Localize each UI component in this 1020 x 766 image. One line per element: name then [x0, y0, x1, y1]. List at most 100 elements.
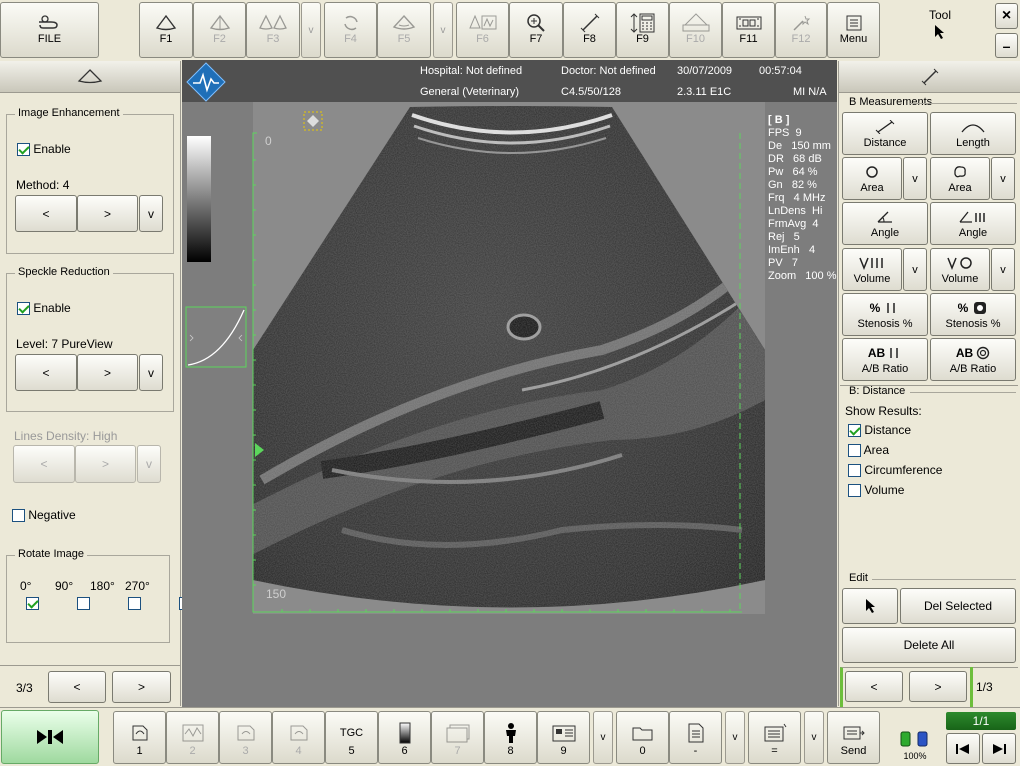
- open-folder-button[interactable]: 0: [616, 711, 669, 764]
- first-frame-button[interactable]: [946, 733, 980, 764]
- battery-level: 100%: [903, 751, 927, 761]
- hospital-label: Hospital: Not defined: [420, 65, 523, 77]
- close-button[interactable]: ×: [995, 3, 1018, 29]
- menu-icon: [828, 13, 879, 33]
- f5-dropdown-button[interactable]: v: [433, 2, 453, 58]
- delete-selected-button[interactable]: Del Selected: [900, 588, 1016, 624]
- image-area[interactable]: Hospital: Not defined Doctor: Not define…: [182, 60, 837, 707]
- tgc-button[interactable]: TGC 5: [325, 711, 378, 764]
- archive-button[interactable]: 9: [537, 711, 590, 764]
- ab-ratio-area-button[interactable]: AB A/B Ratio: [930, 338, 1016, 381]
- result-circumference-checkbox[interactable]: Circumference: [848, 463, 942, 478]
- negative-checkbox[interactable]: Negative: [12, 508, 76, 523]
- f4-button[interactable]: F4: [324, 2, 377, 58]
- f6-button[interactable]: F6: [456, 2, 509, 58]
- f1-button[interactable]: F1: [139, 2, 193, 58]
- cine-film-icon: [723, 13, 774, 33]
- stenosis-area-button[interactable]: % Stenosis %: [930, 293, 1016, 336]
- f12-button[interactable]: F12: [775, 2, 827, 58]
- last-frame-button[interactable]: [982, 733, 1016, 764]
- volume-ellipse-icon: [931, 255, 989, 271]
- speckle-dropdown-button[interactable]: v: [139, 354, 163, 391]
- result-area-checkbox[interactable]: Area: [848, 443, 889, 458]
- delete-all-button[interactable]: Delete All: [842, 627, 1016, 663]
- send-button[interactable]: Send: [827, 711, 880, 764]
- folder-stack-icon: [432, 722, 483, 744]
- minimize-button[interactable]: –: [995, 33, 1018, 58]
- method-dropdown-button[interactable]: v: [139, 195, 163, 232]
- distance-measure-button[interactable]: Distance: [842, 112, 928, 155]
- left-page-indicator: 3/3: [16, 681, 33, 695]
- preset-2-button[interactable]: 2: [166, 711, 219, 764]
- stenosis-area-icon: %: [931, 300, 1015, 316]
- lines-density-next-button[interactable]: >: [75, 445, 136, 483]
- grayscale-bar-icon: [379, 722, 430, 744]
- result-distance-checkbox[interactable]: Distance: [848, 423, 911, 438]
- rotate-0-checkbox[interactable]: [26, 597, 39, 610]
- param-reject: Rej 5: [768, 231, 800, 243]
- cursor-arrow-icon: [866, 599, 875, 613]
- f10-button[interactable]: F10: [669, 2, 722, 58]
- lines-density-dropdown-button[interactable]: v: [137, 445, 161, 483]
- f3-dropdown-button[interactable]: v: [301, 2, 321, 58]
- angle-button[interactable]: Angle: [842, 202, 928, 245]
- length-measure-button[interactable]: Length: [930, 112, 1016, 155]
- ab-ratio-diameter-button[interactable]: AB A/B Ratio: [842, 338, 928, 381]
- f8-button[interactable]: F8: [563, 2, 616, 58]
- angle-hip-button[interactable]: Angle: [930, 202, 1016, 245]
- right-page-active-marker: [970, 667, 973, 707]
- probe-sector-icon: [77, 68, 103, 83]
- file-button[interactable]: FILE: [0, 2, 99, 58]
- method-prev-button[interactable]: <: [15, 195, 77, 232]
- print-sector-icon: [670, 13, 721, 33]
- area-trace-button[interactable]: Area: [930, 157, 990, 200]
- speckle-enable-checkbox[interactable]: Enable: [17, 301, 71, 316]
- stenosis-diameter-button[interactable]: % Stenosis %: [842, 293, 928, 336]
- ultrasound-image[interactable]: [182, 60, 837, 707]
- f11-button[interactable]: F11: [722, 2, 775, 58]
- f2-button[interactable]: F2: [193, 2, 246, 58]
- freeze-button[interactable]: [1, 710, 99, 764]
- f3-button[interactable]: F3: [246, 2, 300, 58]
- left-page-prev-button[interactable]: <: [48, 671, 106, 703]
- archive-dropdown-button[interactable]: v: [593, 711, 613, 764]
- volume-ellipse-button[interactable]: Volume: [930, 248, 990, 291]
- frame-counter: 1/1: [946, 712, 1016, 730]
- left-page-next-button[interactable]: >: [112, 671, 171, 703]
- preset-7-button[interactable]: 7: [431, 711, 484, 764]
- volume-3d-dropdown-button[interactable]: v: [903, 248, 927, 291]
- edit-line: [872, 579, 1016, 580]
- area-trace-dropdown-button[interactable]: v: [991, 157, 1015, 200]
- select-tool-button[interactable]: [842, 588, 898, 624]
- area-ellipse-button[interactable]: Area: [842, 157, 902, 200]
- arc-length-icon: [931, 119, 1015, 135]
- f5-button[interactable]: F5: [377, 2, 431, 58]
- right-page-prev-button[interactable]: <: [845, 671, 903, 702]
- rotate-180-checkbox[interactable]: [128, 597, 142, 610]
- print-dropdown-button[interactable]: v: [804, 711, 824, 764]
- result-volume-checkbox[interactable]: Volume: [848, 483, 904, 498]
- f7-button[interactable]: F7: [509, 2, 563, 58]
- f9-button[interactable]: F9: [616, 2, 669, 58]
- preset-1-button[interactable]: 1: [113, 711, 166, 764]
- speckle-next-button[interactable]: >: [77, 354, 138, 391]
- report-dropdown-button[interactable]: v: [725, 711, 745, 764]
- report-button[interactable]: -: [669, 711, 722, 764]
- speckle-prev-button[interactable]: <: [15, 354, 77, 391]
- preset-3-button[interactable]: 3: [219, 711, 272, 764]
- grayscale-button[interactable]: 6: [378, 711, 431, 764]
- preset-4-button[interactable]: 4: [272, 711, 325, 764]
- area-ellipse-dropdown-button[interactable]: v: [903, 157, 927, 200]
- menu-button[interactable]: Menu: [827, 2, 880, 58]
- probe-sector-icon: [378, 13, 430, 33]
- print-button[interactable]: =: [748, 711, 801, 764]
- patient-button[interactable]: 8: [484, 711, 537, 764]
- volume-ellipse-dropdown-button[interactable]: v: [991, 248, 1015, 291]
- enhancement-enable-checkbox[interactable]: Enable: [17, 142, 71, 157]
- person-icon: [485, 722, 536, 744]
- right-page-next-button[interactable]: >: [909, 671, 967, 702]
- lines-density-prev-button[interactable]: <: [13, 445, 75, 483]
- rotate-90-checkbox[interactable]: [77, 597, 91, 610]
- method-next-button[interactable]: >: [77, 195, 138, 232]
- volume-3d-button[interactable]: Volume: [842, 248, 902, 291]
